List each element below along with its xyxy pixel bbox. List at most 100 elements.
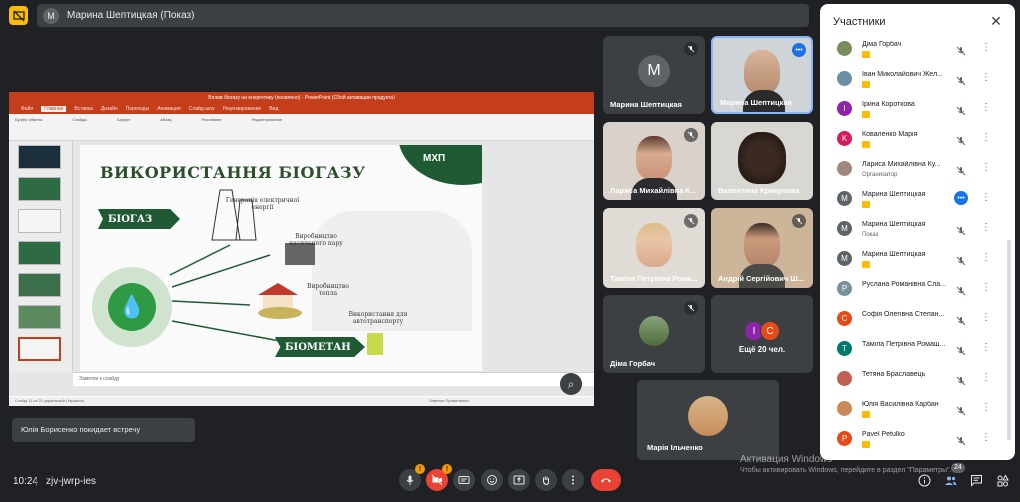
activities-icon[interactable] [995, 473, 1009, 487]
warning-icon: ! [415, 464, 425, 474]
participant-row[interactable]: Тетяна Браславець ⋮ [820, 364, 1005, 394]
people-icon[interactable] [943, 473, 957, 487]
leave-call-button[interactable] [591, 469, 621, 491]
more-options-icon[interactable]: ⋮ [981, 401, 991, 415]
more-options-button[interactable] [562, 469, 584, 491]
presenter-avatar: M [43, 7, 59, 24]
avatar [688, 396, 728, 436]
ppt-ribbon-group: Слайды [72, 117, 88, 122]
participant-tile[interactable]: Таміла Петрівна Рома... [603, 208, 705, 288]
avatar: C [760, 321, 780, 341]
avatar: T [837, 341, 852, 356]
participant-row[interactable]: Іван Миколайович Жел... ⋮ [820, 64, 1005, 94]
participant-tile[interactable]: M Марина Шептицкая [603, 36, 705, 114]
mic-off-icon[interactable] [956, 133, 966, 146]
mic-off-icon [684, 214, 698, 228]
participant-row[interactable]: M Марина Шептицкая ⋮ [820, 244, 1005, 274]
mic-off-icon[interactable] [956, 403, 966, 416]
avatar: P [837, 431, 852, 446]
panel-title: Участники [833, 16, 886, 28]
camera-button[interactable]: ! [426, 464, 452, 491]
info-icon[interactable] [917, 473, 931, 487]
participant-row[interactable]: P Pavel Petulko ⋮ [820, 424, 1005, 454]
participant-row[interactable]: K Коваленко Марія ⋮ [820, 124, 1005, 154]
participant-tile[interactable]: Лариса Михайлівна К... [603, 122, 705, 200]
presenting-icon[interactable] [9, 6, 28, 25]
hand-badge-icon [862, 141, 870, 148]
slide-notes: Заметки к слайду [73, 372, 594, 386]
more-participants-tile[interactable]: I C Ещё 20 чел. [711, 295, 813, 373]
participant-row[interactable]: Діма Горбач ⋮ [820, 34, 1005, 64]
mic-off-icon[interactable] [956, 43, 966, 56]
zoom-icon[interactable]: ⌕ [560, 373, 582, 395]
participant-row[interactable]: Юлія Василівна Карбан ⋮ [820, 394, 1005, 424]
ppt-ribbon-group: Абзац [160, 117, 172, 122]
more-options-icon[interactable]: ⋮ [981, 191, 991, 205]
avatar [837, 161, 852, 176]
participant-tile[interactable]: Марія Ільченко [637, 380, 779, 460]
more-options-icon[interactable]: ⋮ [981, 371, 991, 385]
mic-off-icon[interactable] [956, 223, 966, 236]
participant-row[interactable]: Лариса Михайлівна Ку... Организатор ⋮ [820, 154, 1005, 184]
chat-icon[interactable] [969, 473, 983, 487]
participant-row[interactable]: T Таміла Петрівна Ромаш... ⋮ [820, 334, 1005, 364]
close-icon[interactable]: ✕ [987, 12, 1005, 30]
participant-tile[interactable]: Андрій Сергійович Ш... [711, 208, 813, 288]
more-options-icon[interactable]: ⋮ [981, 341, 991, 355]
participant-name: Марина Шептицкая [862, 221, 926, 228]
more-options-icon[interactable]: ⋮ [981, 71, 991, 85]
participant-name: Коваленко Марія [862, 131, 918, 138]
participant-row[interactable]: I Ірина Короткова ⋮ [820, 94, 1005, 124]
more-options-icon[interactable]: ⋮ [981, 281, 991, 295]
scrollbar[interactable] [1007, 240, 1011, 440]
emoji-button[interactable] [481, 469, 503, 491]
ppt-tab: Анимация [157, 106, 181, 112]
more-options-icon[interactable]: ⋮ [981, 131, 991, 145]
mic-off-icon[interactable] [956, 373, 966, 386]
mic-off-icon[interactable] [956, 433, 966, 446]
meeting-code: zjv-jwrp-ies [46, 476, 96, 487]
participant-row[interactable]: C Софія Олегівна Степан... ⋮ [820, 304, 1005, 334]
avatar: I [837, 101, 852, 116]
more-options-icon[interactable]: ⋮ [981, 221, 991, 235]
participant-tile[interactable]: Валентина Крикунова [711, 122, 813, 200]
captions-button[interactable] [453, 469, 475, 491]
label-steam: Виробництво насиченого пару [289, 233, 343, 247]
people-count-badge: 24 [951, 463, 965, 473]
label-heat: Виробництво тепла [307, 283, 349, 297]
mic-off-icon[interactable] [956, 343, 966, 356]
speaking-indicator-icon: ••• [792, 43, 806, 57]
tile-name: Лариса Михайлівна К... [610, 186, 697, 195]
more-options-icon[interactable]: ⋮ [981, 161, 991, 175]
mic-off-icon[interactable] [956, 103, 966, 116]
more-options-icon[interactable]: ⋮ [981, 41, 991, 55]
participant-row[interactable]: M Марина Шептицкая ••• ⋮ [820, 184, 1005, 214]
ppt-tab: Вид [269, 106, 279, 112]
participant-row[interactable]: P Руслана Романівна Сла... ⋮ [820, 274, 1005, 304]
present-button[interactable] [508, 469, 530, 491]
avatar: M [837, 251, 852, 266]
more-options-icon[interactable]: ⋮ [981, 101, 991, 115]
mic-button[interactable]: ! [399, 464, 425, 491]
participant-name: Руслана Романівна Сла... [862, 281, 946, 288]
participant-tile-active[interactable]: ••• Марина Шептицкая [711, 36, 813, 114]
raise-hand-button[interactable] [535, 469, 557, 491]
mic-off-icon[interactable] [956, 283, 966, 296]
avatar [837, 401, 852, 416]
hand-badge-icon [862, 261, 870, 268]
ppt-ribbon-group: Рисование [201, 117, 222, 122]
more-options-icon[interactable]: ⋮ [981, 251, 991, 265]
mic-off-icon[interactable] [956, 313, 966, 326]
avatar: M [837, 221, 852, 236]
mic-off-icon[interactable] [956, 163, 966, 176]
more-options-icon[interactable]: ⋮ [981, 431, 991, 445]
mic-off-icon[interactable] [956, 73, 966, 86]
participant-role: Показ [862, 232, 879, 238]
more-options-icon[interactable]: ⋮ [981, 311, 991, 325]
participant-tile[interactable]: Діма Горбач [603, 295, 705, 373]
hand-badge-icon [862, 51, 870, 58]
mic-off-icon [684, 42, 698, 56]
mic-off-icon[interactable] [956, 253, 966, 266]
participant-row[interactable]: M Марина Шептицкая Показ ⋮ [820, 214, 1005, 244]
presenter-bar: M Марина Шептицкая (Показ) [37, 4, 809, 27]
